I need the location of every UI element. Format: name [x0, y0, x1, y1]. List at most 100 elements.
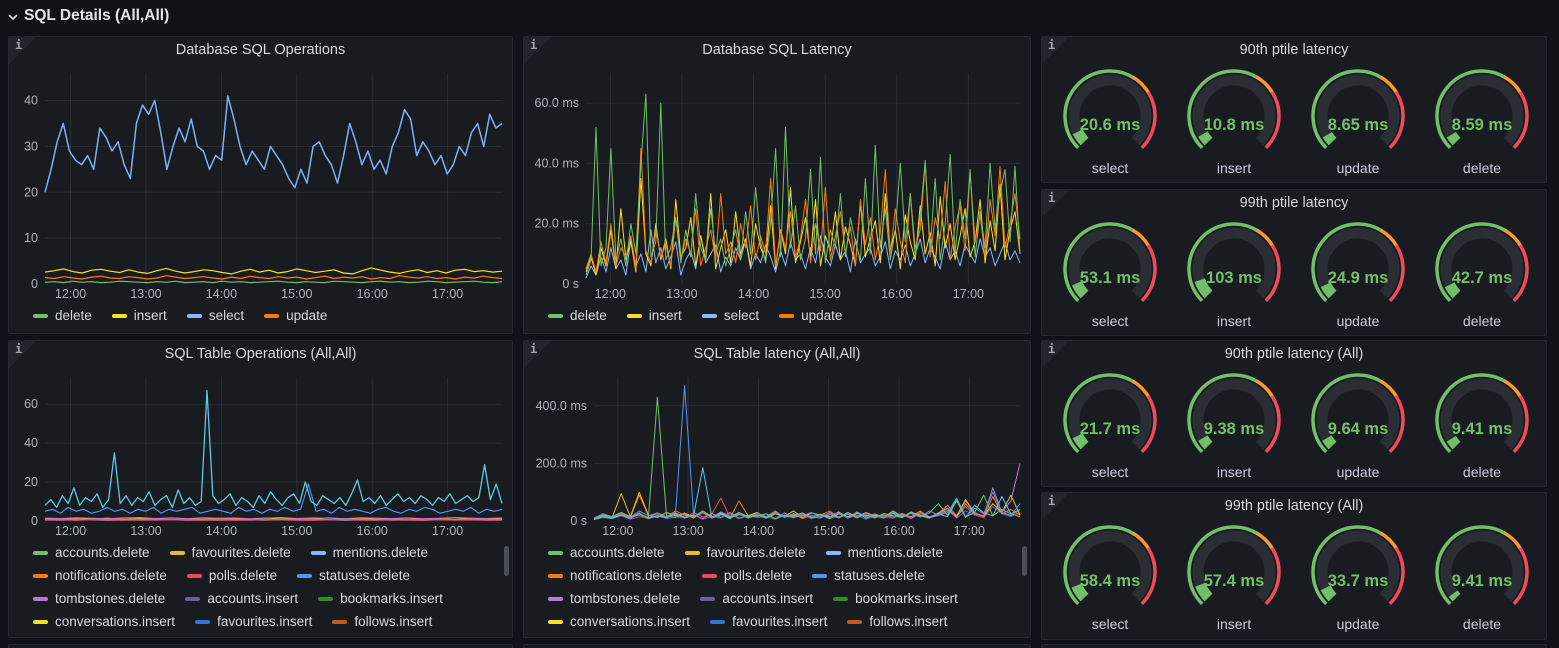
chart-canvas[interactable]: 12:0013:0014:0015:0016:0017:000 s20.0 ms…: [524, 63, 1030, 303]
svg-text:15:00: 15:00: [809, 287, 840, 301]
legend-label: accounts.insert: [722, 591, 813, 606]
panel-title[interactable]: 99th ptile latency (All): [1042, 493, 1546, 519]
panel-99th-ptile-latency: i 99th ptile latency 53.1 msselect103 ms…: [1041, 189, 1547, 336]
legend-swatch: [185, 597, 200, 601]
svg-text:13:00: 13:00: [130, 524, 161, 538]
legend-item[interactable]: accounts.delete: [548, 543, 665, 562]
panel-info-icon[interactable]: i: [1042, 341, 1069, 368]
svg-text:13:00: 13:00: [666, 287, 697, 301]
legend-scrollbar[interactable]: [1022, 546, 1027, 576]
panel-title[interactable]: Database SQL Latency: [524, 37, 1030, 63]
panel-title[interactable]: 99th ptile latency: [1042, 190, 1546, 216]
gauge-value: 57.4 ms: [1204, 572, 1265, 590]
legend-item[interactable]: accounts.insert: [185, 589, 298, 608]
panel-info-icon[interactable]: i: [1042, 493, 1069, 520]
panel-99th-ptile-latency-all: i 99th ptile latency (All) 58.4 msselect…: [1041, 492, 1547, 640]
legend-label: accounts.delete: [570, 545, 665, 560]
legend-item[interactable]: tombstones.delete: [548, 589, 680, 608]
gauge: 9.41 msdelete: [1420, 519, 1544, 639]
panel-database-sql-latency: i Database SQL Latency 12:0013:0014:0015…: [523, 36, 1031, 334]
chart-canvas[interactable]: 12:0013:0014:0015:0016:0017:000204060: [9, 367, 512, 540]
legend-label: accounts.delete: [55, 545, 150, 560]
legend-item[interactable]: statuses.delete: [812, 566, 925, 585]
legend-item[interactable]: update: [264, 306, 327, 325]
gauge: 8.65 msupdate: [1296, 63, 1420, 182]
svg-text:0 s: 0 s: [570, 514, 587, 528]
legend-item[interactable]: statuses.delete: [297, 566, 410, 585]
legend-swatch: [826, 551, 841, 555]
svg-text:17:00: 17:00: [432, 524, 463, 538]
gauge: 42.7 msdelete: [1420, 216, 1544, 335]
panel-title[interactable]: 90th ptile latency (All): [1042, 341, 1546, 367]
legend-item[interactable]: follows.insert: [332, 612, 432, 631]
panel-title[interactable]: SQL Table latency (All,All): [524, 341, 1030, 367]
panel-info-icon[interactable]: i: [524, 37, 551, 64]
legend-item[interactable]: mentions.delete: [826, 543, 943, 562]
gauge: 10.8 msinsert: [1172, 63, 1296, 182]
legend-label: accounts.insert: [207, 591, 298, 606]
legend-label: follows.insert: [869, 614, 947, 629]
panel-info-icon[interactable]: i: [9, 341, 36, 368]
legend-item[interactable]: favourites.insert: [195, 612, 312, 631]
legend-item[interactable]: mentions.delete: [311, 543, 428, 562]
legend-item[interactable]: bookmarks.insert: [833, 589, 958, 608]
legend-scrollbar[interactable]: [504, 546, 509, 576]
legend-item[interactable]: polls.delete: [187, 566, 277, 585]
legend-item[interactable]: insert: [112, 306, 167, 325]
svg-text:17:00: 17:00: [432, 287, 463, 301]
panel-info-icon[interactable]: i: [9, 37, 36, 64]
legend-swatch: [702, 314, 717, 318]
legend-item[interactable]: select: [702, 306, 759, 325]
legend-item[interactable]: insert: [627, 306, 682, 325]
legend-item[interactable]: delete: [33, 306, 92, 325]
legend-item[interactable]: conversations.insert: [33, 612, 175, 631]
legend-label: tombstones.delete: [570, 591, 680, 606]
svg-text:15:00: 15:00: [281, 524, 312, 538]
gauge-value: 33.7 ms: [1328, 572, 1389, 590]
legend-item[interactable]: select: [187, 306, 244, 325]
legend-swatch: [702, 574, 717, 578]
svg-text:0 s: 0 s: [562, 277, 579, 291]
gauge-label: update: [1296, 464, 1420, 480]
legend-item[interactable]: conversations.insert: [548, 612, 690, 631]
legend-label: select: [724, 308, 759, 323]
legend-item[interactable]: favourites.insert: [710, 612, 827, 631]
legend-swatch: [548, 574, 563, 578]
svg-text:12:00: 12:00: [55, 524, 86, 538]
panel-info-icon[interactable]: i: [1042, 37, 1069, 64]
row-header-sql-details[interactable]: SQL Details (All,All): [7, 5, 169, 27]
legend-swatch: [33, 551, 48, 555]
legend-item[interactable]: favourites.delete: [170, 543, 291, 562]
legend-label: conversations.insert: [570, 614, 690, 629]
legend-item[interactable]: polls.delete: [702, 566, 792, 585]
chart-legend: accounts.delete favourites.delete mentions…: [524, 540, 1030, 637]
chart-canvas[interactable]: 12:0013:0014:0015:0016:0017:000 s200.0 m…: [524, 367, 1030, 540]
legend-item[interactable]: notifications.delete: [548, 566, 682, 585]
svg-text:20.0 ms: 20.0 ms: [535, 217, 579, 231]
gauge-value: 8.65 ms: [1328, 116, 1389, 134]
gauge-label: update: [1296, 616, 1420, 632]
panel-title[interactable]: SQL Table Operations (All,All): [9, 341, 512, 367]
panel-info-icon[interactable]: i: [524, 341, 551, 368]
gauge-value: 8.59 ms: [1452, 116, 1513, 134]
legend-swatch: [297, 574, 312, 578]
legend-item[interactable]: favourites.delete: [685, 543, 806, 562]
chart-canvas[interactable]: 12:0013:0014:0015:0016:0017:00010203040: [9, 63, 512, 303]
panel-title[interactable]: 90th ptile latency: [1042, 37, 1546, 63]
legend-item[interactable]: accounts.insert: [700, 589, 813, 608]
svg-text:40: 40: [24, 436, 38, 450]
legend-item[interactable]: follows.insert: [847, 612, 947, 631]
legend-item[interactable]: accounts.delete: [33, 543, 150, 562]
legend-swatch: [33, 574, 48, 578]
legend-item[interactable]: delete: [548, 306, 607, 325]
svg-text:30: 30: [24, 139, 38, 153]
legend-swatch: [548, 597, 563, 601]
legend-item[interactable]: update: [779, 306, 842, 325]
legend-item[interactable]: bookmarks.insert: [318, 589, 443, 608]
legend-item[interactable]: notifications.delete: [33, 566, 167, 585]
panel-title[interactable]: Database SQL Operations: [9, 37, 512, 63]
legend-item[interactable]: tombstones.delete: [33, 589, 165, 608]
legend-label: bookmarks.insert: [340, 591, 443, 606]
panel-info-icon[interactable]: i: [1042, 190, 1069, 217]
legend-label: favourites.delete: [707, 545, 806, 560]
